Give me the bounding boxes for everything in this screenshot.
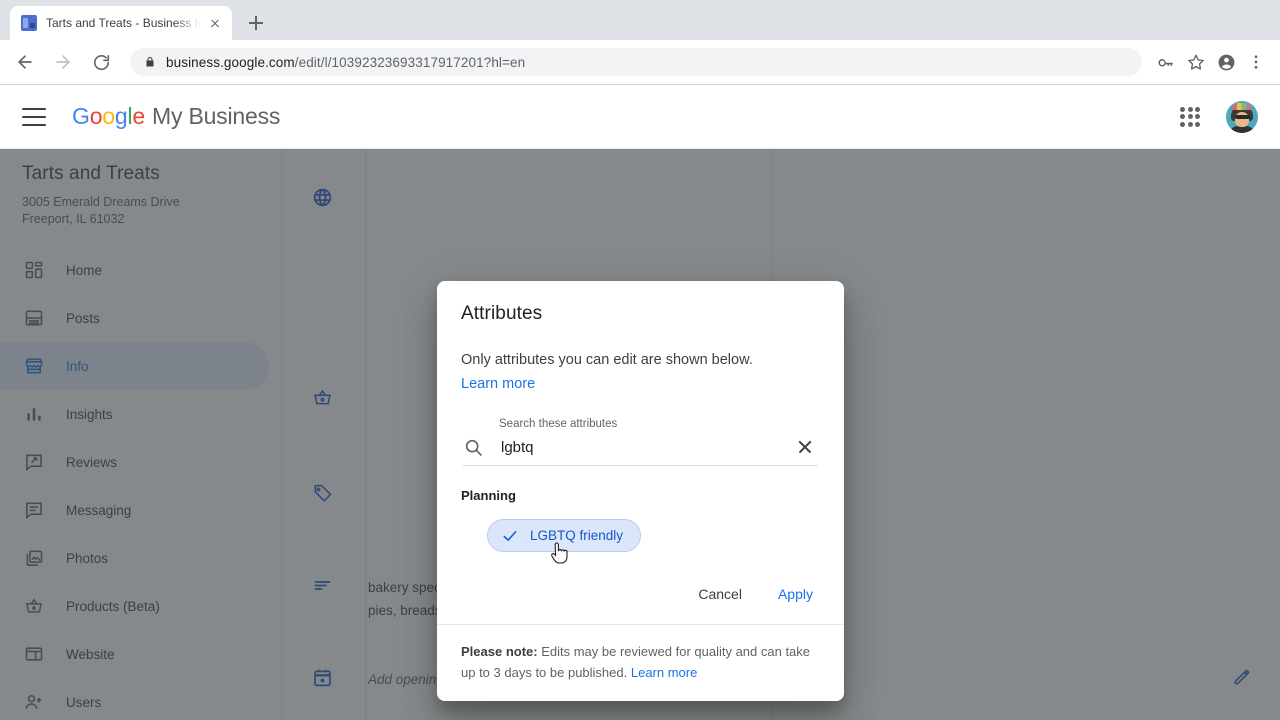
cancel-button[interactable]: Cancel [687,578,753,610]
arrow-right-icon [48,47,78,77]
attribute-group-title: Planning [461,488,516,503]
attributes-dialog: Attributes Only attributes you can edit … [437,281,844,701]
search-field-label: Search these attributes [499,418,618,430]
kebab-menu-icon[interactable] [1242,48,1270,76]
apps-grid-icon[interactable] [1178,105,1202,129]
attribute-chip-lgbtq-friendly[interactable]: LGBTQ friendly [487,519,642,564]
brand-suffix: My Business [152,103,281,129]
browser-window: Tarts and Treats - Business Inf business… [0,0,1280,720]
app-header: Google My Business [0,85,1280,149]
note-learn-more-link[interactable]: Learn more [631,665,697,680]
learn-more-link[interactable]: Learn more [461,376,535,392]
dialog-note: Please note: Edits may be reviewed for q… [437,624,844,701]
reload-icon[interactable] [86,47,116,77]
search-icon [463,437,487,458]
key-icon[interactable] [1152,48,1180,76]
browser-toolbar: business.google.com/edit/l/1039232369331… [0,40,1280,85]
url-domain: business.google.com [166,54,295,70]
attribute-chip-label: LGBTQ friendly [530,528,624,543]
address-bar[interactable]: business.google.com/edit/l/1039232369331… [130,48,1142,76]
dialog-note-label: Please note: [461,644,538,659]
check-icon [501,527,519,545]
clear-icon[interactable] [794,436,816,458]
close-icon[interactable] [206,14,224,32]
dialog-title: Attributes [461,303,543,324]
toolbar-icons [1150,48,1270,76]
search-field[interactable]: lgbtq [463,436,818,466]
dialog-subtitle-text: Only attributes you can edit are shown b… [461,352,753,368]
arrow-left-icon[interactable] [10,47,40,77]
apply-button[interactable]: Apply [767,578,824,610]
attribute-chip-list: LGBTQ friendly [461,519,820,564]
star-icon[interactable] [1182,48,1210,76]
lock-icon [144,55,156,69]
search-input[interactable]: lgbtq [501,439,794,456]
app-header-right [1178,100,1258,133]
app-root: Google My Business Tarts and Treats 3005… [0,85,1280,720]
hamburger-menu-icon[interactable] [22,107,46,126]
browser-tab[interactable]: Tarts and Treats - Business Inf [10,6,232,40]
avatar[interactable] [1226,100,1258,133]
dialog-actions: Cancel Apply [437,552,844,624]
tab-strip: Tarts and Treats - Business Inf [0,0,1280,40]
tab-title: Tarts and Treats - Business Inf [46,16,202,30]
brand-logo: Google My Business [72,103,280,130]
url-path: /edit/l/10392323693317917201?hl=en [294,54,526,70]
workspace: Tarts and Treats 3005 Emerald Dreams Dri… [0,149,1280,720]
dialog-subtitle: Only attributes you can edit are shown b… [461,348,820,396]
profile-icon[interactable] [1212,48,1240,76]
dialog-body: Attributes Only attributes you can edit … [437,281,844,564]
google-wordmark: Google [72,103,145,129]
plus-icon[interactable] [242,9,270,37]
business-profile-favicon [21,15,37,31]
url-text: business.google.com/edit/l/1039232369331… [166,55,525,70]
